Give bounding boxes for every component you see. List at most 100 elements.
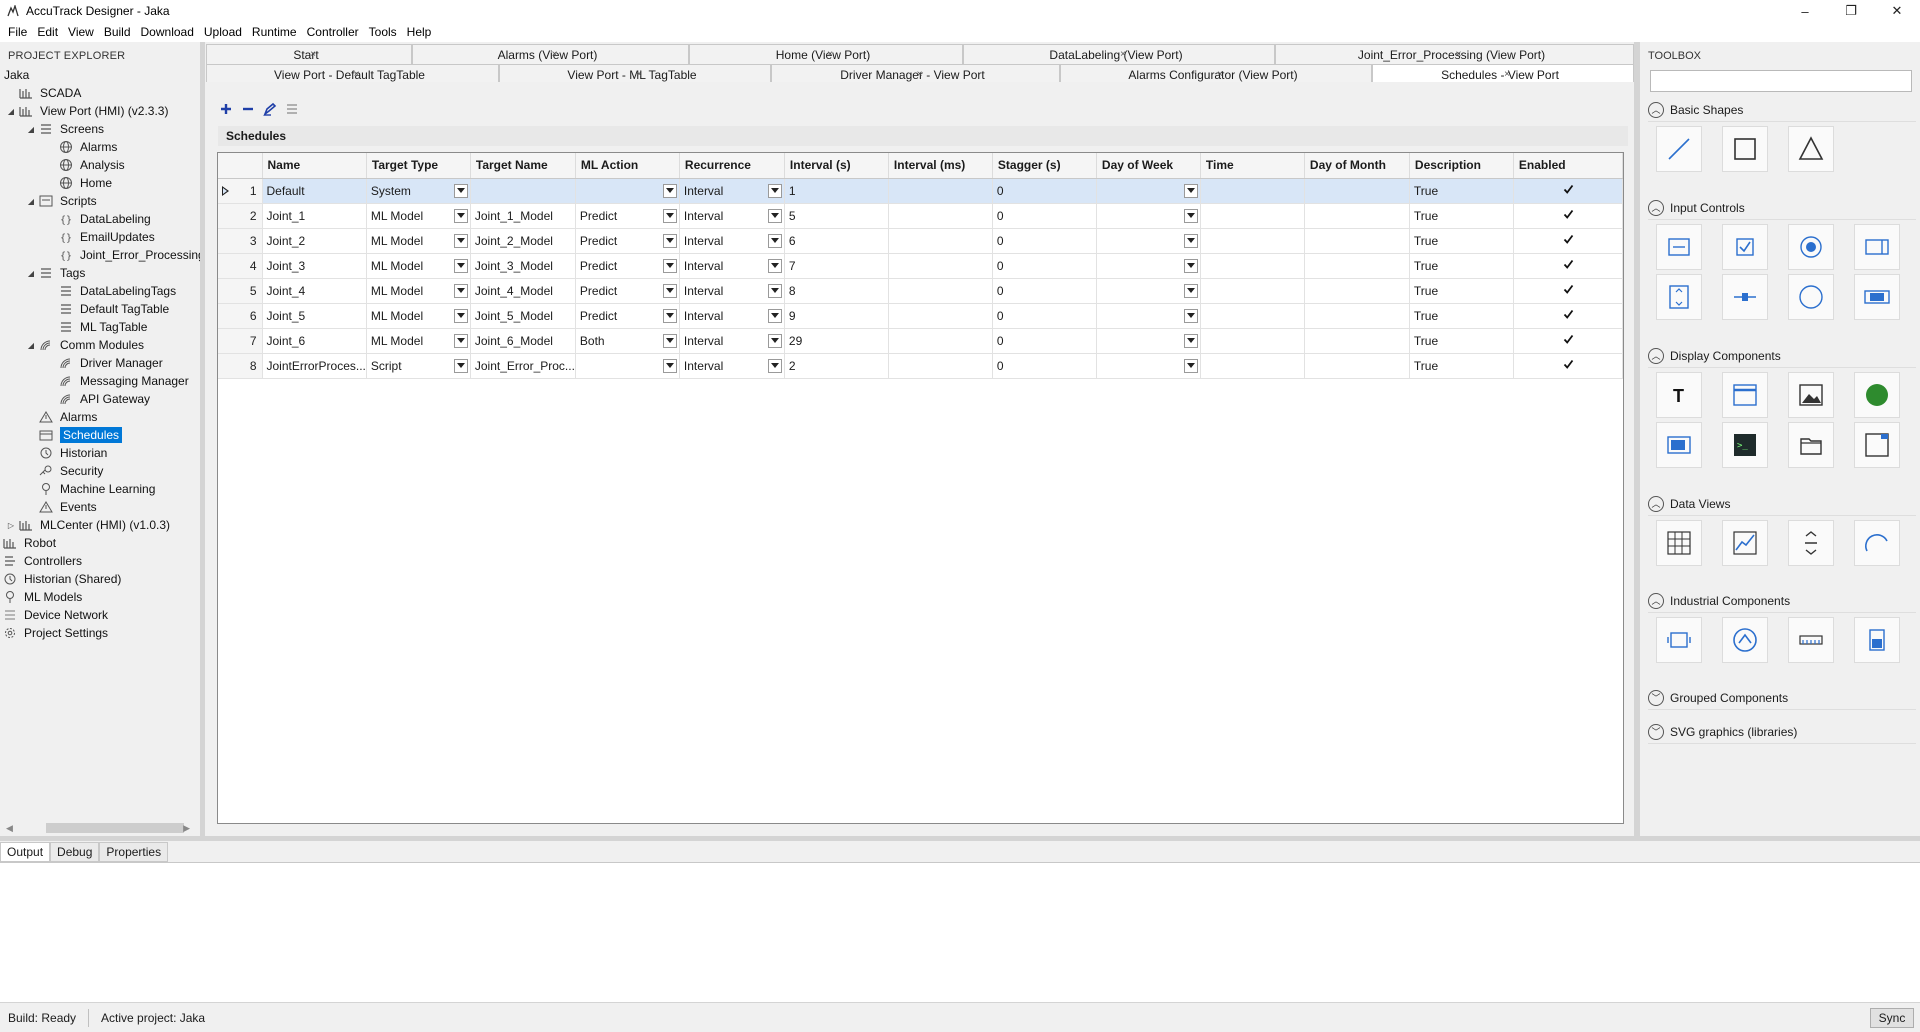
slider-icon[interactable]	[1722, 274, 1768, 320]
table-row[interactable]: 5 Joint_4 ML Model Joint_4_Model Predict Inte…	[218, 278, 1623, 304]
tree-node-api-gateway[interactable]: API Gateway	[46, 390, 150, 408]
dropdown-arrow-icon[interactable]	[453, 358, 468, 373]
converter-icon[interactable]	[1788, 520, 1834, 566]
cell-target-name[interactable]: Joint_3_Model	[470, 253, 576, 279]
tab-output[interactable]: Output	[0, 842, 51, 862]
rectangle-tool-icon[interactable]	[1722, 126, 1768, 172]
tab-close-icon[interactable]: ×	[1120, 49, 1126, 60]
cell-description[interactable]: True	[1409, 253, 1514, 279]
image-tool-icon[interactable]	[1788, 372, 1834, 418]
cell-enabled[interactable]	[1513, 203, 1623, 229]
enabled-checkbox[interactable]	[1562, 308, 1575, 321]
table-row[interactable]: 6 Joint_5 ML Model Joint_5_Model Predict Inte…	[218, 303, 1623, 329]
column-header-ml-action[interactable]: ML Action	[575, 153, 680, 179]
cell-description[interactable]: True	[1409, 228, 1514, 254]
tree-node-robot[interactable]: Robot	[2, 534, 56, 552]
column-header-interval-s[interactable]: Interval (s)	[784, 153, 889, 179]
tree-node-analysis[interactable]: Analysis	[46, 156, 125, 174]
tab-close-icon[interactable]: ×	[827, 49, 833, 60]
pump-icon[interactable]	[1656, 617, 1702, 663]
cell-recurrence[interactable]: Interval	[679, 253, 785, 279]
column-header-day-of-week[interactable]: Day of Week	[1096, 153, 1201, 179]
cell-recurrence[interactable]: Interval	[679, 353, 785, 379]
cell-time[interactable]	[1200, 203, 1305, 229]
triangle-tool-icon[interactable]	[1788, 126, 1834, 172]
cell-target-name[interactable]: Joint_5_Model	[470, 303, 576, 329]
cell-stagger[interactable]: 0	[992, 353, 1097, 379]
spinner-icon[interactable]	[1656, 274, 1702, 320]
dropdown-arrow-icon[interactable]	[662, 258, 677, 273]
cell-ml-action[interactable]: Predict	[575, 278, 680, 304]
cell-dow[interactable]	[1096, 303, 1201, 329]
tab-close-icon[interactable]: ×	[1456, 49, 1462, 60]
dropdown-arrow-icon[interactable]	[453, 308, 468, 323]
tree-node-schedules[interactable]: Schedules	[26, 426, 123, 444]
cell-target-type[interactable]: ML Model	[366, 253, 471, 279]
column-header-target-name[interactable]: Target Name	[470, 153, 576, 179]
cell-interval-s[interactable]: 29	[784, 328, 889, 354]
tree-node-machine-learning[interactable]: Machine Learning	[26, 480, 155, 498]
enabled-checkbox[interactable]	[1562, 258, 1575, 271]
dropdown-arrow-icon[interactable]	[662, 358, 677, 373]
folder-icon[interactable]	[1788, 422, 1834, 468]
column-header-recurrence[interactable]: Recurrence	[679, 153, 785, 179]
enabled-checkbox[interactable]	[1562, 333, 1575, 346]
table-view-icon[interactable]	[1656, 520, 1702, 566]
cell-interval-ms[interactable]	[888, 353, 993, 379]
cell-recurrence[interactable]: Interval	[679, 278, 785, 304]
cell-recurrence[interactable]: Interval	[679, 228, 785, 254]
conveyor-icon[interactable]	[1788, 617, 1834, 663]
tab-alarms-configurator-view-port[interactable]: Alarms Configurator (View Port) ×	[1060, 64, 1372, 84]
indicator-light-icon[interactable]	[1854, 372, 1900, 418]
collapse-chevron-icon[interactable]: ︿	[1648, 199, 1664, 216]
dropdown-arrow-icon[interactable]	[662, 333, 677, 348]
trend-chart-icon[interactable]	[1722, 520, 1768, 566]
tree-node-project-settings[interactable]: Project Settings	[2, 624, 108, 642]
column-header-name[interactable]: Name	[262, 153, 367, 179]
cell-target-name[interactable]: Joint_2_Model	[470, 228, 576, 254]
cell-dom[interactable]	[1304, 228, 1410, 254]
tree-node-security[interactable]: Security	[26, 462, 103, 480]
add-row-button[interactable]	[218, 102, 234, 118]
expand-arrow-icon[interactable]: ▷	[6, 521, 16, 530]
toolbox-category-industrial-components[interactable]: ︿ Industrial Components	[1648, 589, 1916, 613]
row-header[interactable]: 2	[218, 203, 263, 229]
dropdown-arrow-icon[interactable]	[662, 233, 677, 248]
expand-arrow-icon[interactable]: ◢	[26, 125, 36, 134]
cell-interval-ms[interactable]	[888, 253, 993, 279]
table-row[interactable]: 4 Joint_3 ML Model Joint_3_Model Predict Inte…	[218, 253, 1623, 279]
expand-chevron-icon[interactable]: ﹀	[1648, 689, 1664, 706]
cell-description[interactable]: True	[1409, 278, 1514, 304]
cell-name[interactable]: Joint_4	[262, 278, 367, 304]
minimize-button[interactable]: –	[1782, 0, 1828, 22]
cell-dom[interactable]	[1304, 303, 1410, 329]
cell-stagger[interactable]: 0	[992, 253, 1097, 279]
cell-name[interactable]: Joint_3	[262, 253, 367, 279]
dropdown-arrow-icon[interactable]	[453, 233, 468, 248]
menu-build[interactable]: Build	[99, 22, 136, 42]
maximize-button[interactable]: ❐	[1828, 0, 1874, 22]
dropdown-arrow-icon[interactable]	[453, 208, 468, 223]
toolbox-category-data-views[interactable]: ︿ Data Views	[1648, 492, 1916, 516]
cell-stagger[interactable]: 0	[992, 278, 1097, 304]
dropdown-arrow-icon[interactable]	[767, 233, 782, 248]
menu-upload[interactable]: Upload	[199, 22, 247, 42]
sync-button[interactable]: Sync	[1870, 1008, 1914, 1028]
dropdown-arrow-icon[interactable]	[767, 358, 782, 373]
cell-target-type[interactable]: ML Model	[366, 203, 471, 229]
tab-close-icon[interactable]: ×	[310, 49, 316, 60]
collapse-chevron-icon[interactable]: ︿	[1648, 495, 1664, 512]
tree-node-driver-manager[interactable]: Driver Manager	[46, 354, 163, 372]
column-header-interval-ms[interactable]: Interval (ms)	[888, 153, 993, 179]
cell-target-type[interactable]: ML Model	[366, 303, 471, 329]
tree-node-messaging-manager[interactable]: Messaging Manager	[46, 372, 189, 390]
tree-node-device-network[interactable]: Device Network	[2, 606, 108, 624]
tree-node-ml-models[interactable]: ML Models	[2, 588, 82, 606]
cell-enabled[interactable]	[1513, 353, 1623, 379]
tree-node-tags[interactable]: ◢ Tags	[26, 264, 85, 282]
toolbox-search-input[interactable]	[1650, 70, 1912, 92]
dropdown-arrow-icon[interactable]	[1183, 283, 1198, 298]
dropdown-arrow-icon[interactable]	[453, 258, 468, 273]
cell-stagger[interactable]: 0	[992, 303, 1097, 329]
cell-enabled[interactable]	[1513, 228, 1623, 254]
